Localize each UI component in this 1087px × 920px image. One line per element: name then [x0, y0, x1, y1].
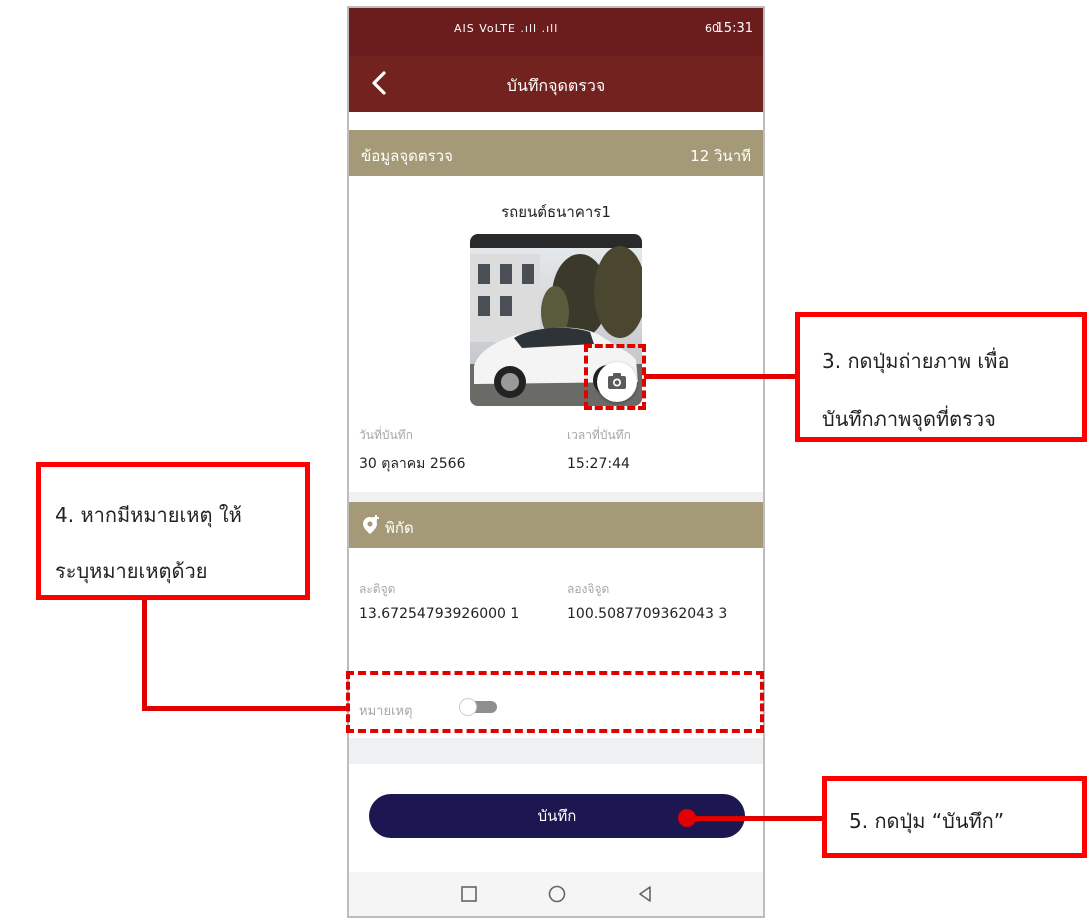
recent-apps-icon[interactable]: [457, 882, 481, 906]
coordinates-section-header: พิกัด: [349, 502, 763, 548]
callout-camera: 3. กดปุ่มถ่ายภาพ เพื่อ บันทึกภาพจุดที่ตร…: [795, 312, 1087, 442]
callout-save-text: 5. กดปุ่ม “บันทึก”: [849, 809, 1005, 833]
camera-callout-line: [644, 374, 798, 379]
note-callout-line-horizontal: [142, 706, 348, 711]
callout-note-line2: ระบุหมายเหตุด้วย: [55, 559, 208, 583]
date-value: 30 ตุลาคม 2566: [359, 456, 466, 472]
longitude-label: ลองจิจูด: [567, 582, 610, 596]
latitude-label: ละติจูด: [359, 582, 396, 596]
save-callout-dot: [678, 809, 696, 827]
callout-save: 5. กดปุ่ม “บันทึก”: [822, 776, 1087, 858]
camera-highlight: [584, 344, 646, 410]
phone-screen: AIS VoLTE .ıll .ıll 60 15:31 บันทึกจุดตร…: [347, 6, 765, 918]
callout-note: 4. หากมีหมายเหตุ ให้ ระบุหมายเหตุด้วย: [36, 462, 310, 600]
note-highlight: [346, 671, 764, 733]
longitude-value: 100.5087709362043 3: [567, 606, 728, 622]
android-nav-bar: [349, 872, 763, 916]
add-location-icon: [363, 515, 379, 534]
app-bar: บันทึกจุดตรวจ: [349, 56, 763, 112]
callout-camera-line2: บันทึกภาพจุดที่ตรวจ: [822, 407, 996, 431]
signal-indicator: AIS VoLTE .ıll .ıll: [454, 22, 559, 35]
section-divider: [349, 492, 763, 502]
elapsed-time: 12 วินาที: [690, 147, 751, 165]
page-title: บันทึกจุดตรวจ: [506, 76, 606, 95]
date-label: วันที่บันทึก: [359, 428, 413, 442]
save-callout-line: [688, 816, 824, 821]
home-icon[interactable]: [545, 882, 569, 906]
callout-note-line1: 4. หากมีหมายเหตุ ให้: [55, 503, 242, 527]
note-callout-line-vertical: [142, 597, 147, 711]
info-section-label: ข้อมูลจุดตรวจ: [361, 147, 453, 165]
status-time: 15:31: [715, 21, 753, 36]
bottom-gap: [349, 738, 763, 764]
place-name: รถยนต์ธนาคาร1: [501, 203, 611, 221]
latitude-value: 13.67254793926000 1: [359, 606, 520, 622]
coordinates-label: พิกัด: [385, 519, 414, 537]
time-value: 15:27:44: [567, 456, 630, 472]
status-bar: AIS VoLTE .ıll .ıll 60 15:31: [349, 8, 763, 56]
time-label: เวลาที่บันทึก: [567, 428, 631, 442]
info-section-header: ข้อมูลจุดตรวจ 12 วินาที: [349, 130, 763, 176]
callout-camera-line1: 3. กดปุ่มถ่ายภาพ เพื่อ: [822, 349, 1010, 373]
back-nav-icon[interactable]: [633, 882, 657, 906]
